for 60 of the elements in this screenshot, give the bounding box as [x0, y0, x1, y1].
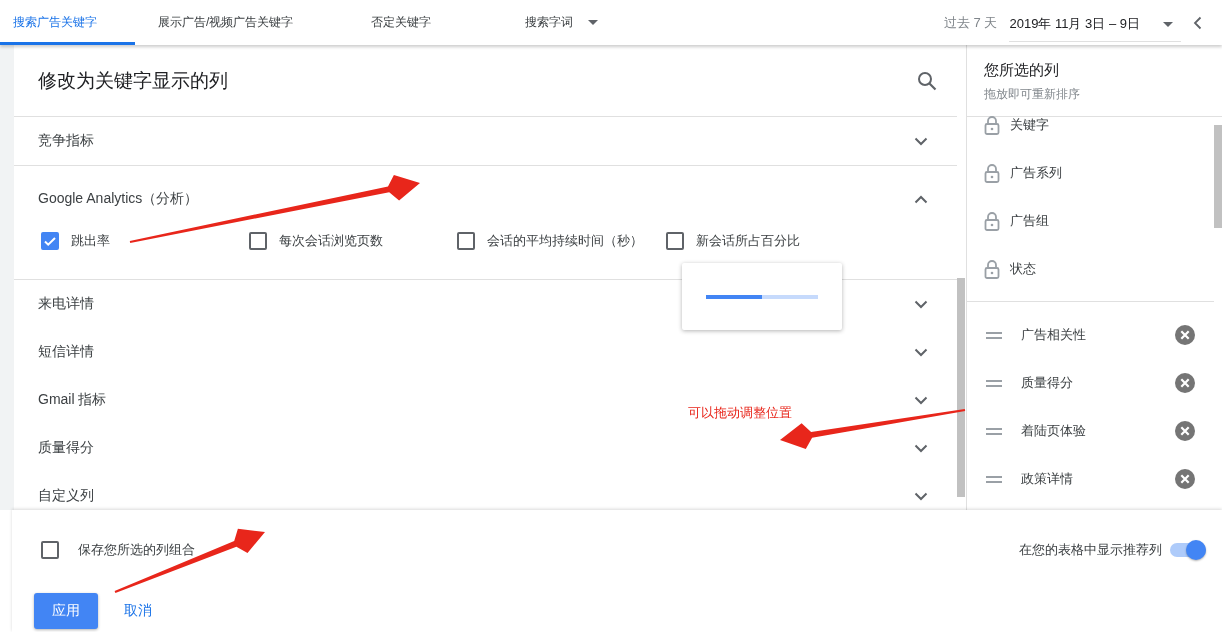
section-title[interactable]: 来电详情: [38, 295, 94, 313]
draggable-column-item[interactable]: 政策详情: [967, 455, 1222, 503]
section-title[interactable]: 竞争指标: [38, 132, 94, 150]
cancel-link[interactable]: 取消: [124, 602, 152, 620]
chevron-down-icon[interactable]: [914, 443, 928, 453]
option-label: 新会话所占百分比: [696, 232, 800, 250]
chevron-down-icon[interactable]: [914, 347, 928, 357]
option-label: 每次会话浏览页数: [279, 232, 383, 250]
tab[interactable]: 展示广告/视频广告关键字: [135, 0, 358, 45]
section-title[interactable]: 自定义列: [38, 487, 94, 505]
section-title[interactable]: Gmail 指标: [38, 391, 107, 409]
locked-column-item: 状态: [967, 245, 1222, 293]
caret-icon: [1163, 21, 1173, 27]
drag-handle-icon[interactable]: [986, 331, 1002, 339]
checkbox[interactable]: [249, 232, 267, 250]
checkbox[interactable]: [666, 232, 684, 250]
drag-handle-icon[interactable]: [986, 379, 1002, 387]
section-title[interactable]: 质量得分: [38, 439, 94, 457]
chevron-down-icon[interactable]: [914, 136, 928, 146]
checkbox[interactable]: [41, 541, 59, 559]
option-label: 会话的平均持续时间（秒）: [487, 232, 643, 250]
chevron-down-icon[interactable]: [914, 395, 928, 405]
draggable-column-item[interactable]: 广告相关性: [967, 311, 1222, 359]
lock-icon: [984, 115, 1000, 135]
dialog-title: 修改为关键字显示的列: [38, 68, 228, 93]
option-label: 跳出率: [71, 232, 110, 250]
lock-icon: [984, 211, 1000, 231]
panel-title: 您所选的列: [984, 61, 1060, 80]
lock-icon: [984, 259, 1000, 279]
chevron-down-icon[interactable]: [914, 299, 928, 309]
toggle-label: 在您的表格中显示推荐列: [1019, 541, 1162, 559]
tab[interactable]: 否定关键字: [358, 0, 512, 45]
panel-hint: 拖放即可重新排序: [984, 86, 1081, 103]
section-title[interactable]: Google Analytics（分析）: [38, 190, 199, 208]
close-icon[interactable]: [1175, 469, 1195, 489]
scrollbar-thumb[interactable]: [957, 278, 965, 497]
chevron-up-icon[interactable]: [914, 194, 928, 204]
toggle-switch[interactable]: [1170, 543, 1206, 557]
section-title[interactable]: 短信详情: [38, 343, 94, 361]
apply-button[interactable]: 应用: [34, 593, 98, 629]
lock-icon: [984, 163, 1000, 183]
drag-handle-icon[interactable]: [986, 427, 1002, 435]
draggable-column-item[interactable]: 着陆页体验: [967, 407, 1222, 455]
checkbox-label: 保存您所选的列组合: [78, 541, 195, 559]
scrollbar-thumb[interactable]: [1214, 125, 1222, 228]
chevron-down-icon[interactable]: [914, 491, 928, 501]
close-icon[interactable]: [1175, 373, 1195, 393]
checkbox[interactable]: [41, 232, 59, 250]
annotation-note: 可以拖动调整位置: [688, 404, 792, 422]
drag-handle-icon[interactable]: [986, 475, 1002, 483]
draggable-column-item[interactable]: 质量得分: [967, 359, 1222, 407]
checkbox[interactable]: [457, 232, 475, 250]
search-icon[interactable]: [917, 70, 937, 91]
tab[interactable]: 搜索字词: [512, 0, 598, 45]
close-icon[interactable]: [1175, 325, 1195, 345]
close-icon[interactable]: [1175, 421, 1195, 441]
checkmark-icon: [43, 234, 57, 248]
chevron-left-icon[interactable]: [1193, 15, 1202, 30]
date-preset-label: 过去 7 天: [943, 13, 998, 32]
date-range-dropdown[interactable]: 2019年 11月 3日 – 9日: [1009, 7, 1181, 42]
